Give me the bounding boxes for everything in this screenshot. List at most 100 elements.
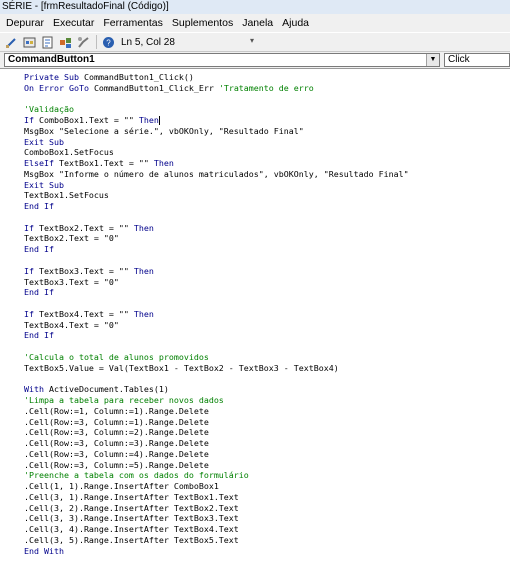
code-line[interactable] xyxy=(24,255,409,266)
code-line[interactable]: With ActiveDocument.Tables(1) xyxy=(24,384,409,395)
help-icon[interactable]: ? xyxy=(101,35,115,49)
code-line[interactable]: 'Validação xyxy=(24,104,409,115)
code-line[interactable]: .Cell(Row:=1, Column:=1).Range.Delete xyxy=(24,406,409,417)
code-line[interactable]: MsgBox "Informe o número de alunos matri… xyxy=(24,169,409,180)
code-line[interactable]: End If xyxy=(24,244,409,255)
code-keyword: End If xyxy=(24,287,54,298)
toolbar: ? Ln 5, Col 28 ▾ xyxy=(0,32,510,52)
code-token: TextBox2.Text = "" xyxy=(39,222,134,233)
code-keyword: End If xyxy=(24,244,54,255)
code-keyword: If xyxy=(24,222,39,233)
code-line[interactable]: TextBox3.Text = "0" xyxy=(24,277,409,288)
code-token: .Cell(3, 1).Range.InsertAfter TextBox1.T… xyxy=(24,491,239,502)
code-token: TextBox3.Text = "" xyxy=(39,265,134,276)
code-token: CommandButton1_Click() xyxy=(83,72,194,82)
code-token: .Cell(Row:=3, Column:=3).Range.Delete xyxy=(24,438,209,449)
code-token: MsgBox "Selecione a série.", vbOKOnly, "… xyxy=(24,125,304,136)
code-line[interactable]: .Cell(3, 4).Range.InsertAfter TextBox4.T… xyxy=(24,524,409,535)
code-line[interactable]: .Cell(Row:=3, Column:=2).Range.Delete xyxy=(24,427,409,438)
code-line[interactable]: On Error GoTo CommandButton1_Click_Err '… xyxy=(24,83,409,94)
code-token: .Cell(3, 2).Range.InsertAfter TextBox2.T… xyxy=(24,502,239,513)
code-line[interactable]: TextBox5.Value = Val(TextBox1 - TextBox2… xyxy=(24,363,409,374)
code-text[interactable]: Private Sub CommandButton1_Click() On Err… xyxy=(24,72,409,556)
menu-suplementos[interactable]: Suplementos xyxy=(172,17,233,29)
code-line[interactable]: TextBox2.Text = "0" xyxy=(24,233,409,244)
code-token: CommandButton1_Click_Err xyxy=(93,82,219,93)
code-token: .Cell(Row:=3, Column:=1).Range.Delete xyxy=(24,416,209,427)
code-line[interactable]: .Cell(Row:=3, Column:=3).Range.Delete xyxy=(24,438,409,449)
code-token: TextBox1.SetFocus xyxy=(24,190,109,201)
code-line[interactable]: TextBox4.Text = "0" xyxy=(24,320,409,331)
menu-executar[interactable]: Executar xyxy=(53,17,94,29)
code-line[interactable]: .Cell(Row:=3, Column:=1).Range.Delete xyxy=(24,417,409,428)
code-keyword: ElseIf xyxy=(24,158,59,169)
design-mode-icon[interactable] xyxy=(4,35,18,49)
code-line[interactable] xyxy=(24,212,409,223)
text-caret xyxy=(158,116,160,126)
code-line[interactable]: End With xyxy=(24,546,409,557)
code-keyword: Then xyxy=(138,115,159,126)
code-keyword: End With xyxy=(24,545,64,556)
menu-janela[interactable]: Janela xyxy=(242,17,273,29)
code-line[interactable] xyxy=(24,373,409,384)
code-line[interactable]: If ComboBox1.Text = "" Then xyxy=(24,115,409,126)
code-line[interactable]: 'Limpa a tabela para receber novos dados xyxy=(24,395,409,406)
code-token: TextBox2.Text = "0" xyxy=(24,233,119,244)
object-browser-icon[interactable] xyxy=(58,35,72,49)
menu-bar: Depurar Executar Ferramentas Suplementos… xyxy=(0,14,510,32)
code-keyword: Then xyxy=(133,308,154,319)
code-token: .Cell(3, 3).Range.InsertAfter TextBox3.T… xyxy=(24,513,239,524)
code-token: .Cell(Row:=3, Column:=4).Range.Delete xyxy=(24,448,209,459)
code-line[interactable]: ComboBox1.SetFocus xyxy=(24,147,409,158)
code-line[interactable]: ElseIf TextBox1.Text = "" Then xyxy=(24,158,409,169)
code-line[interactable] xyxy=(24,298,409,309)
code-line[interactable]: .Cell(3, 3).Range.InsertAfter TextBox3.T… xyxy=(24,513,409,524)
procedure-dropdown[interactable]: Click xyxy=(444,53,510,67)
code-line[interactable]: .Cell(Row:=3, Column:=5).Range.Delete xyxy=(24,460,409,471)
object-dropdown[interactable]: CommandButton1 ▼ xyxy=(4,53,440,67)
code-line[interactable] xyxy=(24,94,409,105)
object-dropdown-value: CommandButton1 xyxy=(8,54,95,65)
code-line[interactable]: End If xyxy=(24,330,409,341)
code-token: TextBox1.Text = "" xyxy=(58,158,154,169)
code-line[interactable]: 'Preenche a tabela com os dados do formu… xyxy=(24,470,409,481)
code-line[interactable]: End If xyxy=(24,287,409,298)
code-line[interactable]: If TextBox4.Text = "" Then xyxy=(24,309,409,320)
code-line[interactable]: End If xyxy=(24,201,409,212)
menu-depurar[interactable]: Depurar xyxy=(6,17,44,29)
code-line[interactable]: Exit Sub xyxy=(24,137,409,148)
code-token: .Cell(3, 4).Range.InsertAfter TextBox4.T… xyxy=(24,524,239,535)
code-line[interactable]: .Cell(1, 1).Range.InsertAfter ComboBox1 xyxy=(24,481,409,492)
code-token: ComboBox1.SetFocus xyxy=(24,147,114,158)
procedure-dropdown-value: Click xyxy=(448,54,470,65)
code-token: .Cell(Row:=1, Column:=1).Range.Delete xyxy=(24,405,209,416)
properties-icon[interactable] xyxy=(40,35,54,49)
code-line[interactable]: Private Sub CommandButton1_Click() xyxy=(24,72,409,83)
code-line[interactable]: .Cell(Row:=3, Column:=4).Range.Delete xyxy=(24,449,409,460)
code-line[interactable]: Exit Sub xyxy=(24,180,409,191)
code-keyword: If xyxy=(24,115,39,126)
code-editor[interactable]: Private Sub CommandButton1_Click() On Err… xyxy=(0,68,510,562)
code-line[interactable]: .Cell(3, 5).Range.InsertAfter TextBox5.T… xyxy=(24,535,409,546)
code-keyword: If xyxy=(24,265,39,276)
code-keyword: With xyxy=(24,384,49,395)
code-keyword: Exit Sub xyxy=(24,136,64,147)
chevron-down-icon[interactable]: ▼ xyxy=(426,54,439,66)
project-explorer-icon[interactable] xyxy=(22,35,36,49)
toolbar-overflow-icon[interactable]: ▾ xyxy=(250,36,256,48)
code-line[interactable] xyxy=(24,341,409,352)
menu-ferramentas[interactable]: Ferramentas xyxy=(103,17,163,29)
code-token: MsgBox "Informe o número de alunos matri… xyxy=(24,168,409,179)
code-comment: 'Tratamento de erro xyxy=(218,82,314,93)
code-line[interactable]: 'Calcula o total de alunos promovidos xyxy=(24,352,409,363)
code-keyword: End If xyxy=(24,330,54,341)
code-line[interactable]: If TextBox3.Text = "" Then xyxy=(24,266,409,277)
toolbox-icon[interactable] xyxy=(76,35,90,49)
code-keyword: Exit Sub xyxy=(24,179,64,190)
code-line[interactable]: MsgBox "Selecione a série.", vbOKOnly, "… xyxy=(24,126,409,137)
menu-ajuda[interactable]: Ajuda xyxy=(282,17,309,29)
code-line[interactable]: .Cell(3, 2).Range.InsertAfter TextBox2.T… xyxy=(24,503,409,514)
code-line[interactable]: If TextBox2.Text = "" Then xyxy=(24,223,409,234)
code-line[interactable]: .Cell(3, 1).Range.InsertAfter TextBox1.T… xyxy=(24,492,409,503)
code-line[interactable]: TextBox1.SetFocus xyxy=(24,190,409,201)
